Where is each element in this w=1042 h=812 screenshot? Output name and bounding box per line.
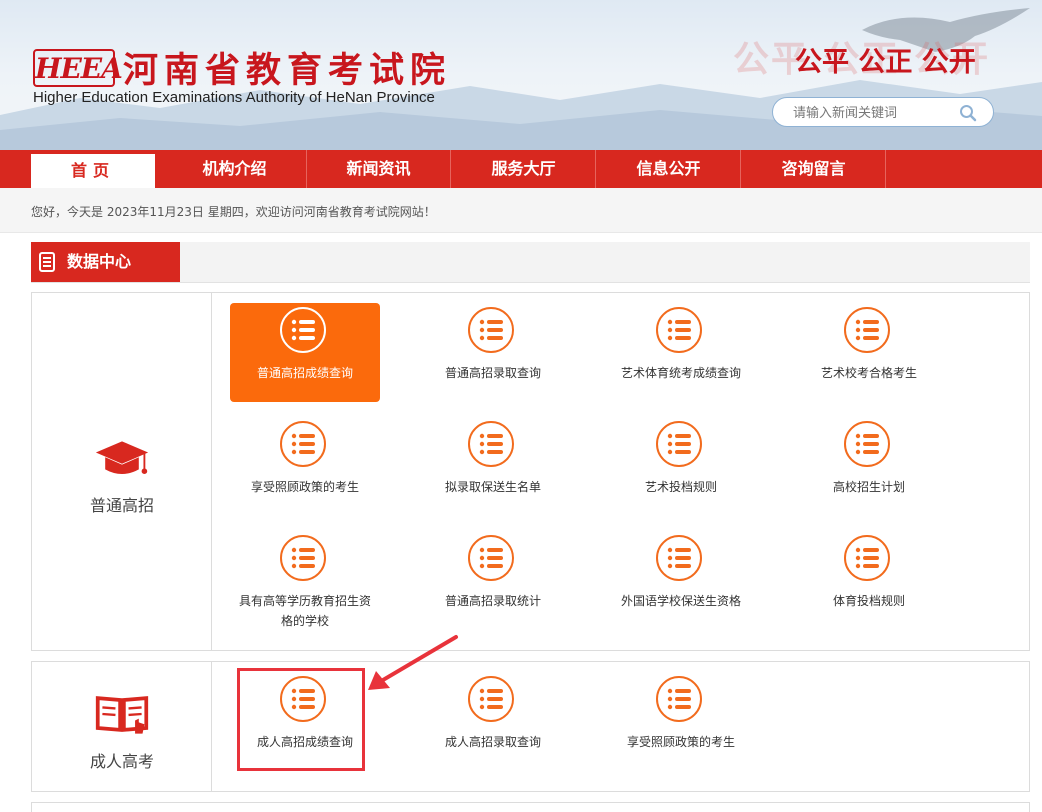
tile-recommended-list[interactable]: 拟录取保送生名单 — [418, 417, 568, 516]
list-icon — [656, 421, 702, 467]
graduation-cap-icon — [95, 441, 149, 474]
tile-label: 体育投档规则 — [832, 594, 905, 608]
section-title: 数据中心 — [67, 252, 132, 271]
list-icon — [468, 307, 514, 353]
site-title: 河南省教育考试院 — [123, 51, 452, 91]
section-tab: 数据中心 — [31, 242, 180, 282]
tile-label: 艺术体育统考成绩查询 — [620, 366, 741, 380]
site-logo[interactable]: HEEA 河南省教育考试院 — [33, 42, 451, 93]
tile-regular-admission-query[interactable]: 普通高招录取查询 — [418, 303, 568, 402]
section-header: 数据中心 — [31, 242, 1030, 283]
tile-foreign-language-school[interactable]: 外国语学校保送生资格 — [606, 531, 756, 630]
tile-regular-score-query[interactable]: 普通高招成绩查询 — [230, 303, 380, 402]
greeting-text: 您好，今天是 2023年11月23日 星期四，欢迎访问河南省教育考试院网站！ — [31, 205, 436, 219]
search-input[interactable] — [791, 103, 955, 123]
list-icon — [844, 421, 890, 467]
panel-side: 普通高招 — [32, 293, 212, 650]
list-icon — [844, 307, 890, 353]
tile-label: 享受照顾政策的考生 — [250, 480, 359, 494]
list-icon — [468, 676, 514, 722]
open-book-icon — [95, 696, 149, 734]
tile-label: 普通高招录取统计 — [444, 594, 541, 608]
list-icon — [468, 535, 514, 581]
annotation-arrow-icon — [368, 635, 458, 690]
list-icon — [280, 421, 326, 467]
tile-label: 具有高等学历教育招生资格的学校 — [238, 594, 371, 628]
document-icon — [39, 252, 55, 272]
tile-art-sports-score[interactable]: 艺术体育统考成绩查询 — [606, 303, 756, 402]
panel-label: 普通高招 — [89, 496, 154, 515]
tile-sports-filing-rules[interactable]: 体育投档规则 — [794, 531, 944, 630]
list-icon — [280, 307, 326, 353]
list-icon — [656, 307, 702, 353]
panel-regular-admission: 普通高招 普通高招成绩查询 普通高招录取查询 艺术体育统考成绩查询 艺术校考合格… — [31, 292, 1030, 651]
list-icon — [656, 535, 702, 581]
tile-label: 艺术校考合格考生 — [820, 366, 917, 380]
tile-admission-statistics[interactable]: 普通高招录取统计 — [418, 531, 568, 630]
list-icon — [468, 421, 514, 467]
search-icon[interactable] — [959, 104, 977, 122]
tile-label: 艺术投档规则 — [644, 480, 717, 494]
nav-news[interactable]: 新闻资讯 — [307, 150, 451, 188]
tile-label: 普通高招成绩查询 — [256, 366, 353, 380]
panel-adult-exam: 成人高考 成人高招成绩查询 成人高招录取查询 享受照顾政策的考生 — [31, 661, 1030, 792]
tile-qualified-schools[interactable]: 具有高等学历教育招生资格的学校 — [230, 531, 380, 641]
tile-label: 普通高招录取查询 — [444, 366, 541, 380]
nav-about[interactable]: 机构介绍 — [163, 150, 307, 188]
list-icon — [844, 535, 890, 581]
nav-services[interactable]: 服务大厅 — [452, 150, 596, 188]
tile-label: 高校招生计划 — [832, 480, 905, 494]
tile-art-filing-rules[interactable]: 艺术投档规则 — [606, 417, 756, 516]
tile-label: 拟录取保送生名单 — [444, 480, 541, 494]
panel-label: 成人高考 — [89, 752, 154, 771]
tile-label: 享受照顾政策的考生 — [626, 735, 735, 749]
list-icon — [656, 676, 702, 722]
main-nav: 首页 机构介绍 新闻资讯 服务大厅 信息公开 咨询留言 — [0, 150, 1042, 188]
nav-home[interactable]: 首页 — [31, 154, 155, 188]
nav-disclosure[interactable]: 信息公开 — [597, 150, 741, 188]
tile-label: 成人高招录取查询 — [444, 735, 541, 749]
greeting-bar: 您好，今天是 2023年11月23日 星期四，欢迎访问河南省教育考试院网站！ — [0, 188, 1042, 233]
highlight-annotation-box — [237, 668, 365, 771]
tile-enrollment-plan[interactable]: 高校招生计划 — [794, 417, 944, 516]
tile-preferential-policy[interactable]: 享受照顾政策的考生 — [230, 417, 380, 516]
tile-art-qualified[interactable]: 艺术校考合格考生 — [794, 303, 944, 402]
panel-side: 成人高考 — [32, 662, 212, 791]
site-subtitle: Higher Education Examinations Authority … — [33, 89, 435, 106]
site-header: HEEA 河南省教育考试院 Higher Education Examinati… — [0, 0, 1042, 150]
tile-label: 外国语学校保送生资格 — [620, 594, 741, 608]
logo-mark: HEEA — [33, 48, 123, 87]
nav-consult[interactable]: 咨询留言 — [742, 150, 886, 188]
tile-adult-preferential-policy[interactable]: 享受照顾政策的考生 — [606, 672, 756, 771]
search-box — [772, 97, 994, 127]
slogan: 公平 公正 公开 — [795, 47, 976, 78]
list-icon — [280, 535, 326, 581]
